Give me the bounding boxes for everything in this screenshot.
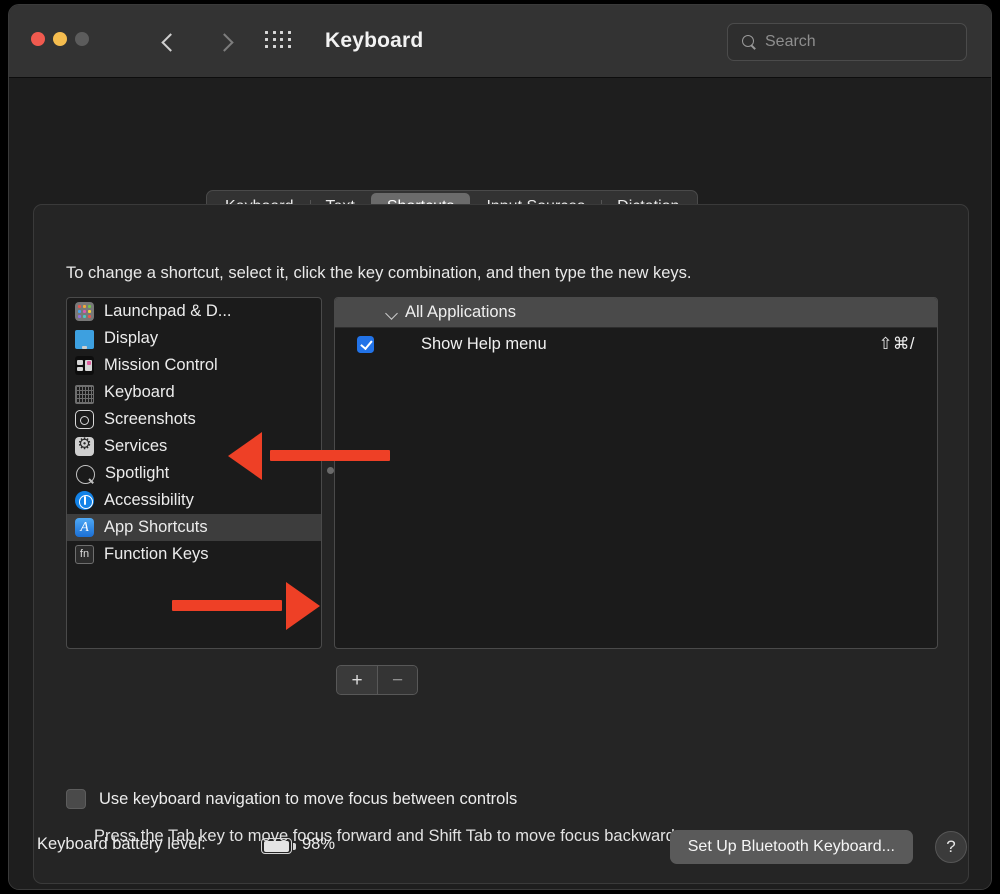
table-row[interactable]: Show Help menu ⇧⌘/ [335, 328, 937, 360]
search-input[interactable] [765, 33, 956, 51]
window-body: Keyboard Text Shortcuts Input Sources Di… [9, 78, 991, 890]
mission-control-icon [75, 356, 94, 375]
instruction-text: To change a shortcut, select it, click t… [66, 264, 692, 283]
shortcut-name: Show Help menu [421, 335, 547, 354]
chevron-down-icon[interactable] [385, 307, 398, 320]
sidebar-item-label: Function Keys [104, 545, 209, 564]
sidebar-item-label: Accessibility [104, 491, 194, 510]
sidebar-item-mission-control[interactable]: Mission Control [67, 352, 321, 379]
sidebar-item-label: App Shortcuts [104, 518, 208, 537]
close-button[interactable] [31, 32, 45, 46]
function-keys-fn-icon [75, 545, 94, 564]
search-field[interactable] [727, 23, 967, 61]
all-preferences-grid-icon[interactable] [265, 31, 293, 49]
window-footer: Keyboard battery level: 98% Set Up Bluet… [9, 812, 991, 890]
sidebar-item-function-keys[interactable]: Function Keys [67, 541, 321, 568]
zoom-button[interactable] [75, 32, 89, 46]
arrow-shaft [270, 450, 390, 461]
arrow-head [228, 432, 262, 480]
sidebar-item-accessibility[interactable]: Accessibility [67, 487, 321, 514]
launchpad-icon [75, 302, 94, 321]
arrow-head [286, 582, 320, 630]
sidebar-item-label: Services [104, 437, 167, 456]
sidebar-item-launchpad[interactable]: Launchpad & D... [67, 298, 321, 325]
battery-icon [261, 838, 292, 854]
app-shortcuts-icon [75, 518, 94, 537]
battery-percent: 98% [302, 835, 335, 854]
keyboard-navigation-checkbox[interactable] [66, 789, 86, 809]
sidebar-item-keyboard[interactable]: Keyboard [67, 379, 321, 406]
sidebar-item-label: Screenshots [104, 410, 196, 429]
sidebar-item-screenshots[interactable]: Screenshots [67, 406, 321, 433]
keyboard-navigation-checkbox-row[interactable]: Use keyboard navigation to move focus be… [66, 789, 517, 809]
shortcuts-panel: To change a shortcut, select it, click t… [33, 204, 969, 884]
sidebar-item-label: Mission Control [104, 356, 218, 375]
keyboard-navigation-label: Use keyboard navigation to move focus be… [99, 790, 517, 809]
arrow-pointing-add-button [172, 582, 320, 630]
shortcuts-table[interactable]: All Applications Show Help menu ⇧⌘/ [334, 297, 938, 649]
sidebar-item-label: Launchpad & D... [104, 302, 232, 321]
chevron-right-icon [215, 33, 233, 51]
help-button[interactable]: ? [935, 831, 967, 863]
sidebar-item-app-shortcuts[interactable]: App Shortcuts [67, 514, 321, 541]
add-shortcut-button[interactable]: + [337, 666, 377, 694]
display-icon [75, 330, 94, 349]
traffic-lights [31, 32, 89, 46]
window-titlebar: Keyboard [9, 5, 991, 78]
keyboard-preferences-window: Keyboard Keyboard Text Shortcuts Input S… [8, 4, 992, 890]
shortcut-group-header[interactable]: All Applications [335, 298, 937, 328]
search-icon [742, 35, 757, 50]
screenshots-icon [75, 410, 94, 429]
spotlight-magnifier-icon [76, 465, 95, 484]
shortcut-keys[interactable]: ⇧⌘/ [879, 334, 915, 354]
remove-shortcut-button[interactable]: − [377, 666, 417, 694]
services-gear-icon [75, 437, 94, 456]
forward-button[interactable] [207, 25, 241, 59]
chevron-left-icon [161, 33, 179, 51]
sidebar-item-label: Spotlight [105, 464, 169, 483]
shortcut-enabled-checkbox[interactable] [357, 336, 374, 353]
set-up-bluetooth-keyboard-button[interactable]: Set Up Bluetooth Keyboard... [670, 830, 913, 864]
arrow-shaft [172, 600, 282, 611]
sidebar-item-label: Display [104, 329, 158, 348]
sidebar-item-display[interactable]: Display [67, 325, 321, 352]
accessibility-icon [75, 491, 94, 510]
arrow-pointing-app-shortcuts [228, 432, 390, 480]
back-button[interactable] [153, 25, 187, 59]
battery-label: Keyboard battery level: [37, 835, 206, 854]
minimize-button[interactable] [53, 32, 67, 46]
sidebar-item-label: Keyboard [104, 383, 175, 402]
page-title: Keyboard [325, 29, 423, 53]
keyboard-icon [75, 385, 94, 404]
list-add-remove-controls: + − [336, 665, 418, 695]
shortcut-group-label: All Applications [405, 303, 516, 322]
